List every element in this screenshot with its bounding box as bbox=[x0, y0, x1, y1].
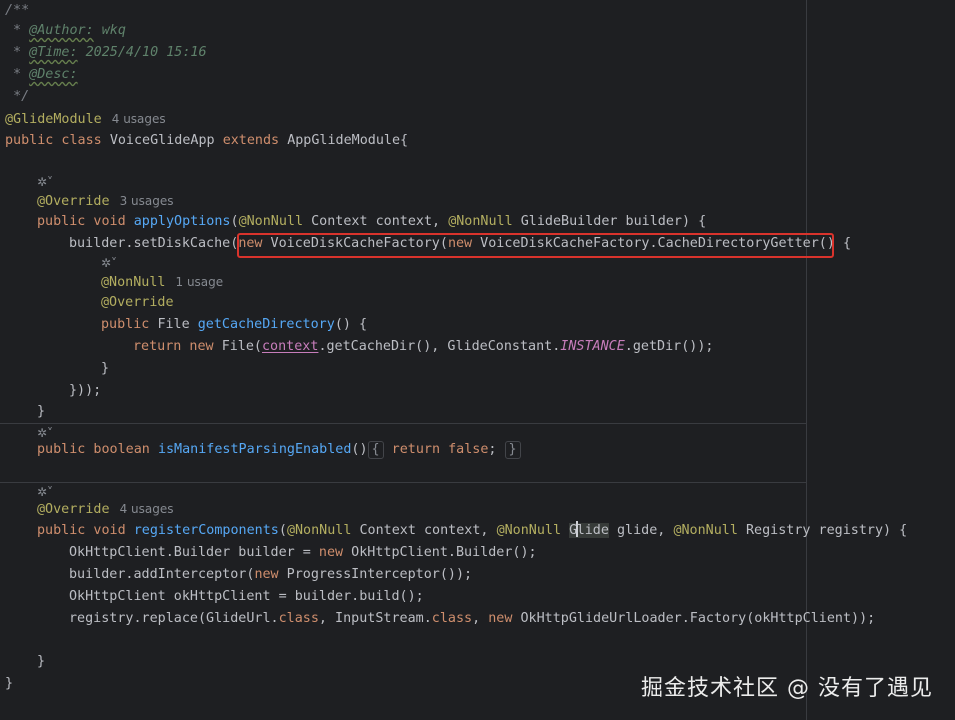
override-annotation-line: @Override 3 usages bbox=[37, 194, 174, 209]
method-separator bbox=[0, 482, 806, 483]
time-tag: @Time: bbox=[29, 45, 78, 60]
code-lens-icon[interactable]: ✲˅ bbox=[37, 173, 53, 191]
apply-options-method[interactable]: applyOptions bbox=[134, 214, 231, 229]
glide-module-annotation: @GlideModule bbox=[5, 112, 102, 127]
code-lens-icon[interactable]: ✲˅ bbox=[101, 254, 117, 272]
close-call-line: })); bbox=[69, 383, 102, 398]
class-declaration: public class VoiceGlideApp extends AppGl… bbox=[5, 133, 409, 148]
desc-tag: @Desc: bbox=[29, 67, 78, 82]
glide-module-annotation-line: @GlideModule 4 usages bbox=[5, 108, 166, 130]
usages-hint[interactable]: 1 usage bbox=[166, 275, 224, 289]
nonnull-annotation-line: @NonNull 1 usage bbox=[101, 275, 224, 290]
add-interceptor-line: builder.addInterceptor(new ProgressInter… bbox=[69, 567, 473, 582]
author-value: wkq bbox=[101, 23, 126, 38]
get-cache-directory-method[interactable]: getCacheDirectory bbox=[198, 317, 335, 332]
get-cache-directory-declaration: public File getCacheDirectory() { bbox=[101, 317, 368, 332]
doc-author-line: * @Author: wkq bbox=[5, 23, 126, 38]
register-override-line: @Override 4 usages bbox=[37, 502, 174, 517]
register-components-method[interactable]: registerComponents bbox=[134, 523, 279, 538]
method-separator bbox=[0, 423, 806, 424]
manifest-parsing-method[interactable]: isManifestParsingEnabled bbox=[158, 442, 351, 457]
class-close-brace: } bbox=[5, 676, 14, 691]
code-editor[interactable]: /** * @Author: wkq * @Time: 2025/4/10 15… bbox=[0, 0, 955, 720]
okhttp-builder-line: OkHttpClient.Builder builder = new OkHtt… bbox=[69, 545, 537, 560]
apply-options-declaration: public void applyOptions(@NonNull Contex… bbox=[37, 214, 707, 229]
return-statement: return new File(context.getCacheDir(), G… bbox=[133, 339, 714, 354]
method-close-brace: } bbox=[37, 404, 46, 419]
watermark: 掘金技术社区 @ 没有了遇见 bbox=[641, 676, 933, 701]
highlight-box bbox=[237, 233, 834, 258]
time-value: 2025/4/10 15:16 bbox=[85, 45, 207, 60]
context-reference[interactable]: context bbox=[262, 339, 318, 354]
usages-hint[interactable]: 3 usages bbox=[110, 194, 174, 208]
register-components-declaration: public void registerComponents(@NonNull … bbox=[37, 521, 908, 538]
class-name: VoiceGlideApp bbox=[109, 133, 215, 148]
text-caret bbox=[576, 521, 578, 537]
inner-override-line: @Override bbox=[101, 295, 174, 310]
registry-replace-line: registry.replace(GlideUrl.class, InputSt… bbox=[69, 611, 876, 626]
usages-hint[interactable]: 4 usages bbox=[102, 112, 166, 126]
okhttp-client-line: OkHttpClient okHttpClient = builder.buil… bbox=[69, 589, 424, 604]
folded-code-close[interactable]: } bbox=[504, 441, 521, 459]
folded-code-open[interactable]: { bbox=[367, 441, 384, 459]
inner-close-brace: } bbox=[101, 361, 110, 376]
author-tag: @Author: bbox=[29, 23, 94, 38]
usages-hint[interactable]: 4 usages bbox=[110, 502, 174, 516]
register-close-brace: } bbox=[37, 654, 46, 669]
doc-comment-open: /** bbox=[5, 3, 30, 18]
doc-comment-close: */ bbox=[13, 89, 30, 104]
doc-desc-line: * @Desc: bbox=[5, 67, 78, 82]
manifest-parsing-declaration: public boolean isManifestParsingEnabled(… bbox=[37, 439, 521, 461]
doc-time-line: * @Time: 2025/4/10 15:16 bbox=[5, 45, 207, 60]
